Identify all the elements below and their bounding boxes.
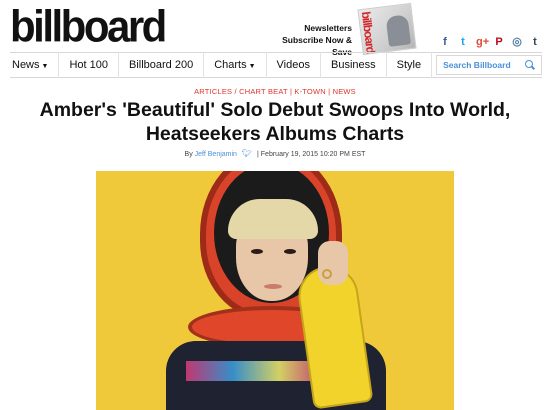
byline-by: By: [184, 151, 193, 158]
search-icon[interactable]: [525, 60, 535, 70]
nav-item-label: Billboard 200: [128, 59, 194, 71]
twitter-bird-icon[interactable]: 🐦︎: [242, 149, 252, 158]
main-nav: News ▼ Hot 100 Billboard 200 Charts ▼ Vide…: [10, 52, 542, 78]
hand-shape: [318, 241, 348, 285]
nav-item-label: News: [12, 59, 40, 71]
nav-item-news[interactable]: News ▼: [10, 52, 60, 78]
google-plus-icon[interactable]: g+: [476, 36, 489, 48]
nav-item-billboard-200[interactable]: Billboard 200: [119, 52, 205, 78]
breadcrumb-articles[interactable]: ARTICLES: [194, 87, 232, 96]
hair-shape: [228, 199, 318, 239]
nav-item-style[interactable]: Style: [387, 52, 433, 78]
site-header: billboard Newsletters Subscribe Now & Sa…: [0, 0, 550, 57]
breadcrumb-k-town[interactable]: K-TOWN: [294, 87, 325, 96]
breadcrumb-news[interactable]: NEWS: [333, 87, 356, 96]
nav-item-label: Charts: [214, 59, 247, 71]
magazine-cover-photo: [385, 14, 412, 47]
nav-item-hot-100[interactable]: Hot 100: [59, 52, 119, 78]
hero-image[interactable]: [96, 171, 454, 410]
search-input[interactable]: [443, 60, 524, 70]
publish-date: February 19, 2015 10:20 PM EST: [260, 151, 366, 158]
magazine-cover-image[interactable]: billboard: [357, 2, 417, 56]
eye-shape: [251, 249, 263, 254]
byline: By Jeff Benjamin 🐦︎ | February 19, 2015 …: [184, 149, 366, 158]
article-title: Amber's 'Beautiful' Solo Debut Swoops In…: [39, 99, 511, 145]
author-link[interactable]: Jeff Benjamin: [195, 151, 237, 158]
nav-item-label: Hot 100: [69, 59, 108, 71]
nav-item-business[interactable]: Business: [321, 52, 387, 78]
billboard-logo[interactable]: billboard: [10, 2, 167, 51]
lips-shape: [264, 284, 282, 289]
shirt-print-shape: [186, 361, 326, 381]
instagram-icon[interactable]: ◎: [512, 36, 522, 48]
twitter-icon[interactable]: t: [458, 36, 468, 48]
magazine-cover-title: billboard: [358, 10, 378, 54]
social-links: f t g+ P ◎ t: [440, 36, 540, 48]
pinterest-icon[interactable]: P: [494, 36, 504, 48]
nav-item-charts[interactable]: Charts ▼: [204, 52, 267, 78]
caret-down-icon: ▼: [41, 62, 49, 70]
nav-item-label: Style: [396, 59, 422, 71]
ring-shape: [322, 269, 332, 279]
nav-item-label: Business: [330, 59, 376, 71]
nav-item-videos[interactable]: Videos: [267, 52, 321, 78]
caret-down-icon: ▼: [248, 62, 256, 70]
eye-shape: [284, 249, 296, 254]
search-box[interactable]: [436, 55, 542, 75]
nav-item-label: Videos: [276, 59, 310, 71]
breadcrumb-chart-beat[interactable]: CHART BEAT: [239, 87, 288, 96]
breadcrumb: ARTICLES / CHART BEAT | K-TOWN | NEWS: [194, 87, 356, 96]
facebook-icon[interactable]: f: [440, 36, 450, 48]
tumblr-icon[interactable]: t: [530, 36, 540, 48]
newsletter-label[interactable]: Newsletters: [262, 22, 352, 34]
